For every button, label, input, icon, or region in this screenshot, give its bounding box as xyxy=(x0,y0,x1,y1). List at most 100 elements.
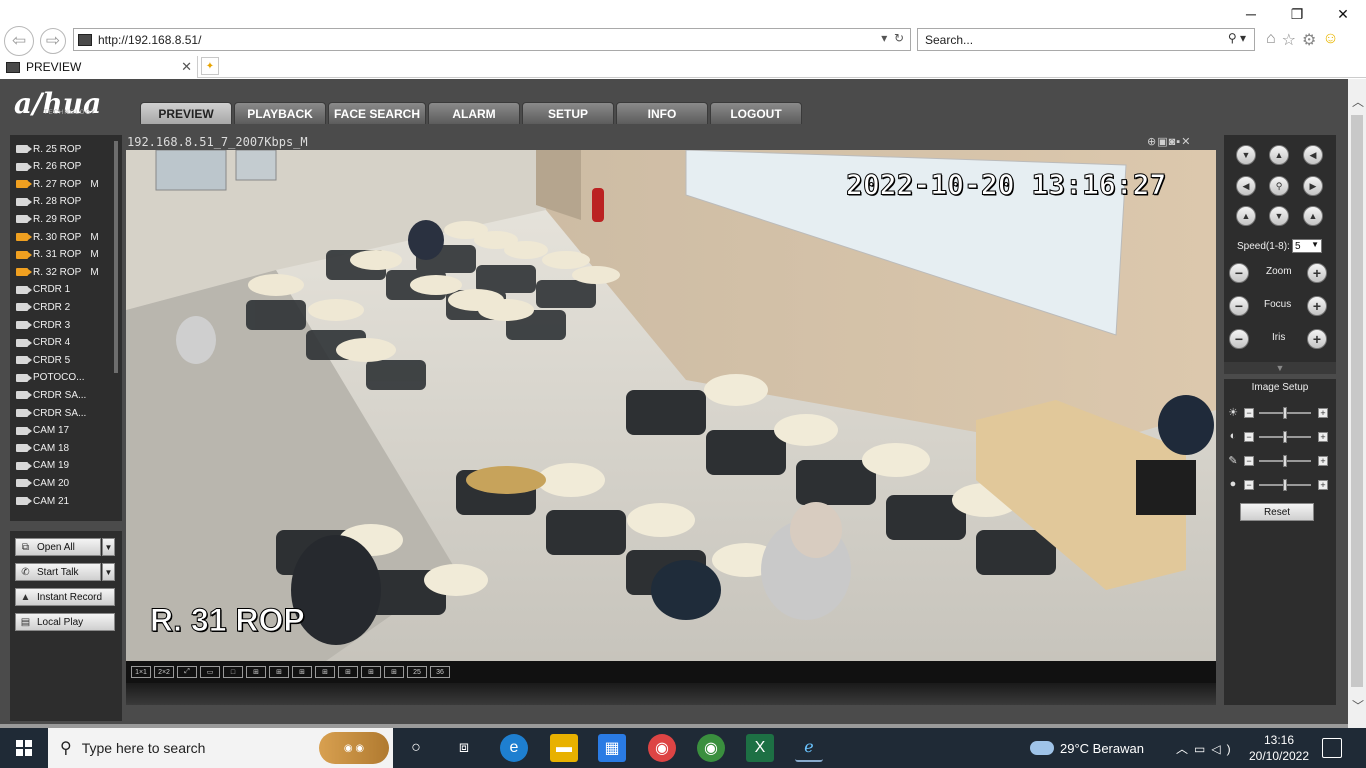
contrast-slider[interactable]: ◐ − + xyxy=(1227,430,1333,443)
channel-item[interactable]: CAM 21 xyxy=(16,493,69,509)
channel-item[interactable]: CRDR 5 xyxy=(16,352,70,368)
layout-button[interactable]: ▭ xyxy=(200,666,220,678)
edge-icon[interactable]: e xyxy=(500,734,528,762)
brightness-knob[interactable] xyxy=(1283,407,1287,419)
channel-item[interactable]: CRDR 3 xyxy=(16,317,70,333)
channel-item[interactable]: R. 32 ROP M xyxy=(16,264,99,280)
chevron-up-icon[interactable]: ︿ xyxy=(1176,742,1194,756)
layout-button[interactable]: ⊞ xyxy=(269,666,289,678)
contrast-knob[interactable] xyxy=(1283,431,1287,443)
channel-item[interactable]: POTOCO... xyxy=(16,370,85,386)
tab-preview[interactable]: PREVIEW ✕ xyxy=(0,56,198,78)
focus-minus-button[interactable]: − xyxy=(1229,296,1249,316)
layout-button[interactable]: 36 xyxy=(430,666,450,678)
scroll-up-icon[interactable]: ︿ xyxy=(1352,93,1364,110)
channel-item[interactable]: CRDR 2 xyxy=(16,299,70,315)
layout-button[interactable]: □ xyxy=(223,666,243,678)
task-view-icon[interactable]: ⧈ xyxy=(450,734,478,762)
local-play-button[interactable]: ▤ Local Play xyxy=(15,613,115,631)
brightness-plus[interactable]: + xyxy=(1318,408,1328,418)
instant-record-button[interactable]: ▲ Instant Record xyxy=(15,588,115,606)
ptz-down-right-button[interactable]: ▲ xyxy=(1303,206,1323,226)
layout-button[interactable]: ⊞ xyxy=(246,666,266,678)
refresh-icon[interactable]: ▾ ↻ xyxy=(881,31,904,45)
tab-preview-nav[interactable]: PREVIEW xyxy=(140,102,232,124)
notification-icon[interactable] xyxy=(1322,738,1342,758)
contrast-plus[interactable]: + xyxy=(1318,432,1328,442)
excel-icon[interactable]: X xyxy=(746,734,774,762)
tab-logout[interactable]: LOGOUT xyxy=(710,102,802,124)
hue-slider[interactable]: ● − + xyxy=(1227,478,1333,491)
ptz-left-button[interactable]: ◀ xyxy=(1236,176,1256,196)
layout-button[interactable]: 2×2 xyxy=(154,666,174,678)
channel-list-scrollbar[interactable] xyxy=(114,141,118,373)
channel-item[interactable]: CRDR 1 xyxy=(16,282,70,298)
hue-minus[interactable]: − xyxy=(1244,480,1254,490)
iris-minus-button[interactable]: − xyxy=(1229,329,1249,349)
home-icon[interactable]: ⌂ xyxy=(1266,30,1276,50)
taskbar-search[interactable]: ⚲ Type here to search ◉ ◉ xyxy=(48,728,393,768)
chrome-profile-icon[interactable]: ◉ xyxy=(648,734,676,762)
channel-item[interactable]: R. 27 ROP M xyxy=(16,176,99,192)
brightness-minus[interactable]: − xyxy=(1244,408,1254,418)
internet-explorer-icon[interactable]: ℯ xyxy=(795,734,823,762)
ptz-down-left-button[interactable]: ▲ xyxy=(1236,206,1256,226)
forward-button[interactable]: ⇨ xyxy=(40,28,66,54)
tab-setup[interactable]: SETUP xyxy=(522,102,614,124)
channel-item[interactable]: CAM 18 xyxy=(16,440,69,456)
layout-button[interactable]: ⊞ xyxy=(338,666,358,678)
contrast-minus[interactable]: − xyxy=(1244,432,1254,442)
brightness-slider[interactable]: ☀ − + xyxy=(1227,407,1333,419)
ptz-collapse-toggle[interactable]: ▼ xyxy=(1224,362,1336,374)
layout-button[interactable]: 25 xyxy=(407,666,427,678)
weather-widget[interactable]: 29°C Berawan xyxy=(1030,728,1144,768)
fullscreen-icon[interactable]: ▣ xyxy=(1157,136,1168,148)
zoom-out-button[interactable]: − xyxy=(1229,263,1249,283)
browser-search-input[interactable]: Search... ⚲ ▾ xyxy=(917,28,1255,51)
start-button[interactable] xyxy=(0,728,48,768)
saturation-plus[interactable]: + xyxy=(1318,456,1328,466)
channel-item[interactable]: CAM 20 xyxy=(16,475,69,491)
favorites-star-icon[interactable]: ☆ xyxy=(1282,30,1296,50)
hue-knob[interactable] xyxy=(1283,479,1287,491)
file-explorer-icon[interactable]: ▬ xyxy=(550,734,578,762)
layout-button[interactable]: ⊞ xyxy=(384,666,404,678)
zoom-icon[interactable]: ⊕ xyxy=(1147,136,1157,148)
cortana-icon[interactable]: ○ xyxy=(402,734,430,762)
channel-item[interactable]: R. 29 ROP xyxy=(16,211,81,227)
channel-item[interactable]: CRDR 4 xyxy=(16,335,70,351)
saturation-knob[interactable] xyxy=(1283,455,1287,467)
taskbar-clock[interactable]: 13:16 20/10/2022 xyxy=(1246,732,1312,764)
focus-plus-button[interactable]: + xyxy=(1307,296,1327,316)
tab-info[interactable]: INFO xyxy=(616,102,708,124)
speed-select[interactable]: 5 ▼ xyxy=(1292,239,1322,253)
settings-gear-icon[interactable]: ⚙ xyxy=(1302,30,1316,50)
saturation-slider[interactable]: ✎ − + xyxy=(1227,455,1333,467)
channel-item[interactable]: R. 28 ROP xyxy=(16,194,81,210)
saturation-minus[interactable]: − xyxy=(1244,456,1254,466)
search-highlight-image[interactable]: ◉ ◉ xyxy=(319,732,389,764)
ptz-down-button[interactable]: ▼ xyxy=(1269,206,1289,226)
layout-button[interactable]: ⊞ xyxy=(315,666,335,678)
address-bar[interactable]: http://192.168.8.51/ ▾ ↻ xyxy=(73,28,911,51)
channel-item[interactable]: R. 30 ROP M xyxy=(16,229,99,245)
ptz-right-button[interactable]: ▶ xyxy=(1303,176,1323,196)
channel-item[interactable]: CRDR SA... xyxy=(16,405,86,421)
ptz-up-button[interactable]: ▲ xyxy=(1269,145,1289,165)
open-all-dropdown[interactable]: ▼ xyxy=(102,538,115,556)
tab-face-search[interactable]: FACE SEARCH xyxy=(328,102,426,124)
search-icon[interactable]: ⚲ ▾ xyxy=(1228,31,1246,45)
hue-plus[interactable]: + xyxy=(1318,480,1328,490)
scroll-down-icon[interactable]: ﹀ xyxy=(1352,697,1364,714)
iris-plus-button[interactable]: + xyxy=(1307,329,1327,349)
layout-button[interactable]: 1×1 xyxy=(131,666,151,678)
feedback-smiley-icon[interactable]: ☺ xyxy=(1322,30,1338,50)
start-talk-button[interactable]: ✆ Start Talk xyxy=(15,563,101,581)
open-all-button[interactable]: ⧉ Open All xyxy=(15,538,101,556)
ptz-up-right-button[interactable]: ◀ xyxy=(1303,145,1323,165)
store-icon[interactable]: ▦ xyxy=(598,734,626,762)
layout-button[interactable]: ⤢ xyxy=(177,666,197,678)
tab-playback[interactable]: PLAYBACK xyxy=(234,102,326,124)
channel-item[interactable]: CAM 17 xyxy=(16,423,69,439)
scroll-thumb[interactable] xyxy=(1351,115,1363,687)
